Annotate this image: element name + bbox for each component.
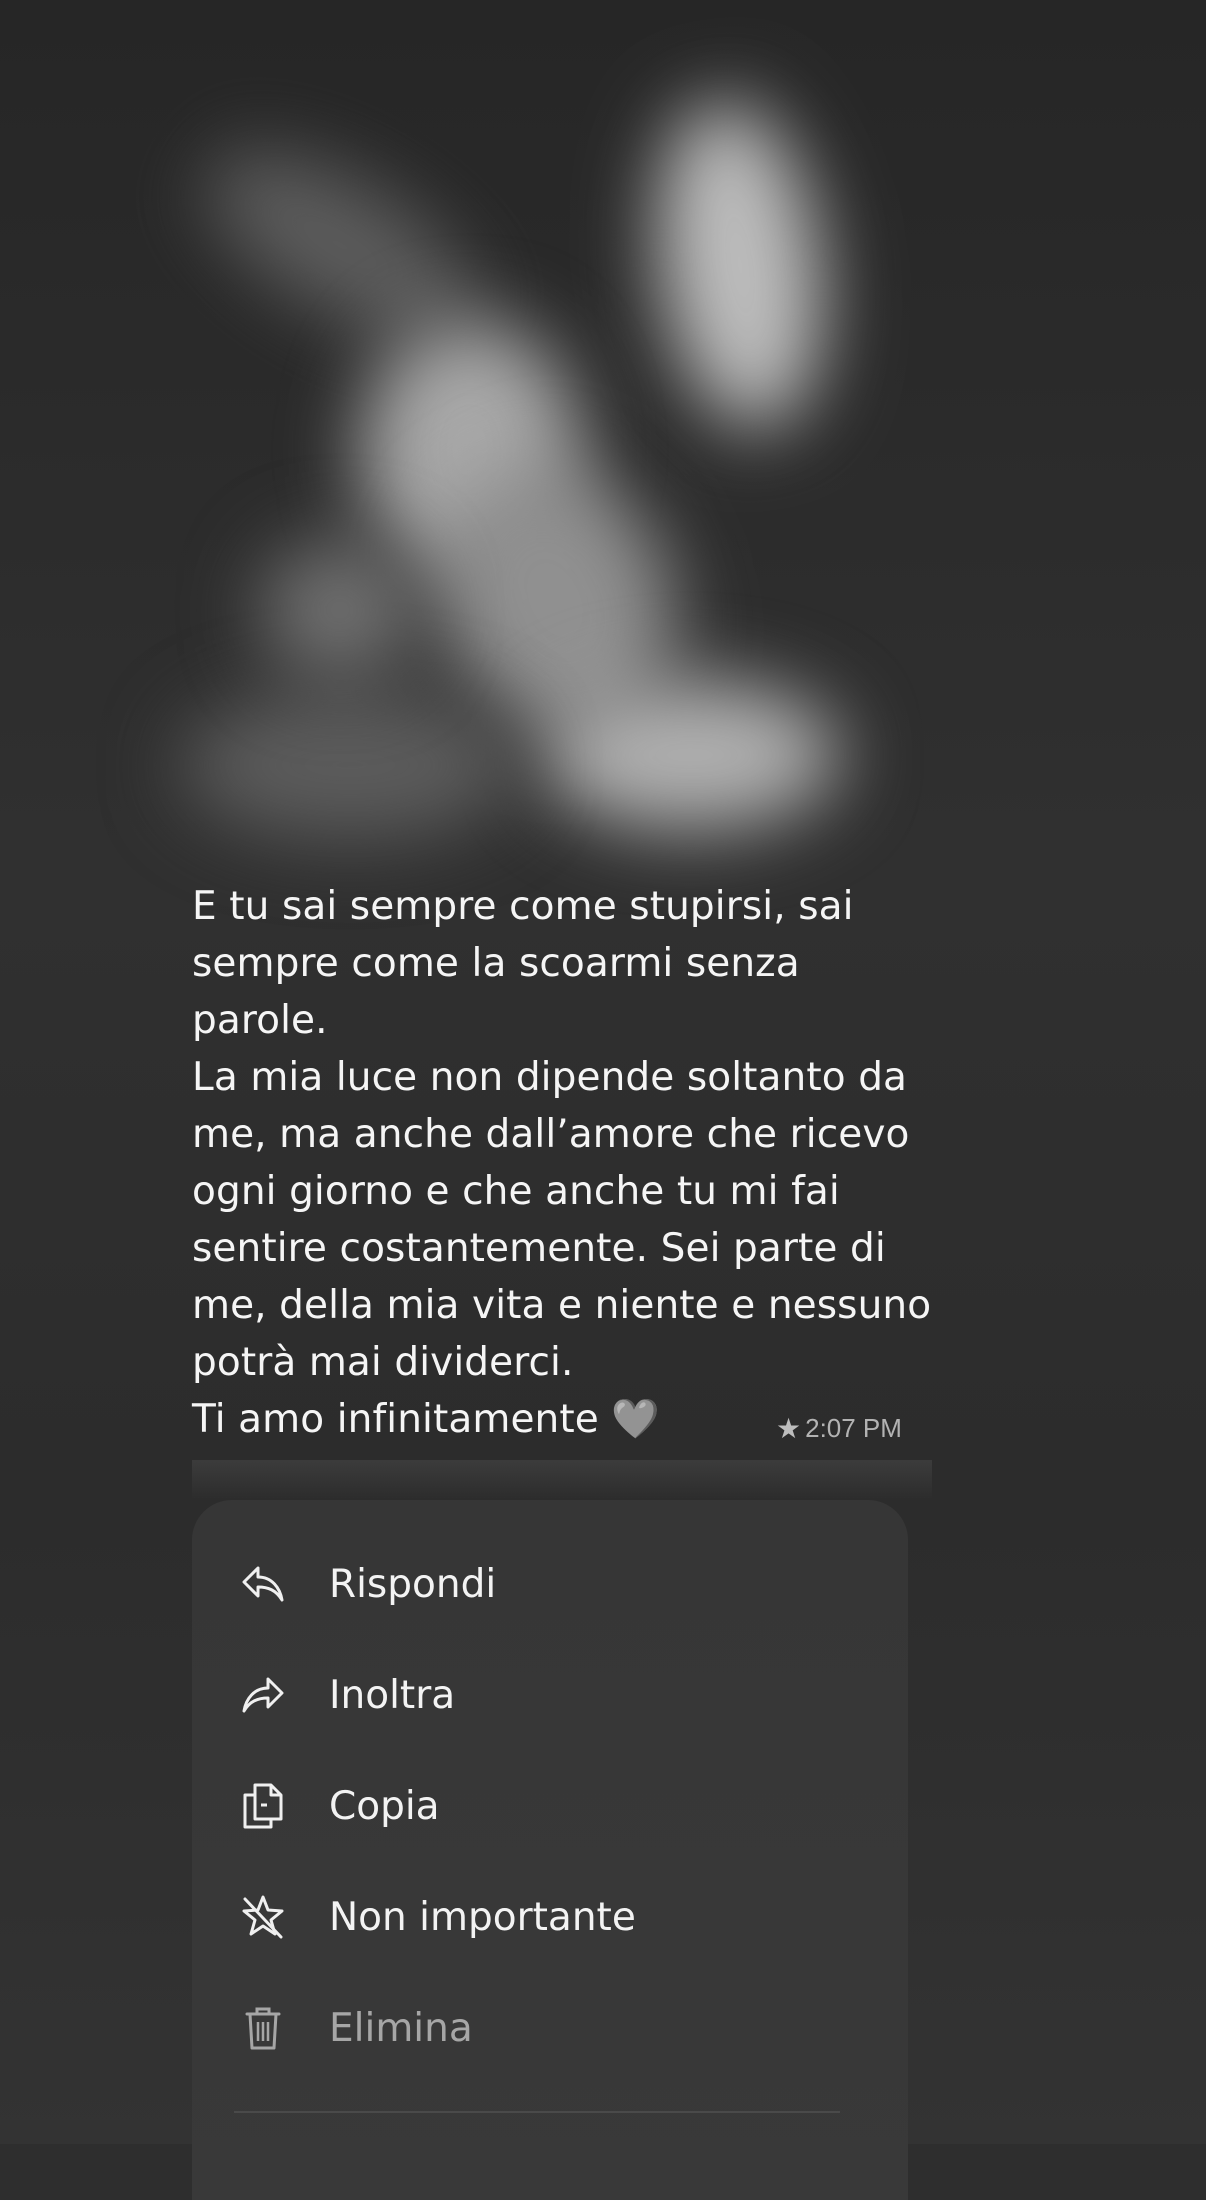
menu-divider: [234, 2111, 840, 2113]
message-meta: ★ 2:07 PM: [776, 1412, 902, 1445]
unstar-icon: [238, 1892, 288, 1942]
menu-item-label: Inoltra: [329, 1672, 456, 1718]
message-text: E tu sai sempre come stupirsi, sai sempr…: [192, 884, 932, 1442]
menu-item-copy[interactable]: Copia: [192, 1756, 908, 1856]
menu-item-delete[interactable]: Elimina: [192, 1978, 908, 2078]
forward-icon: [238, 1670, 288, 1720]
menu-item-unstar[interactable]: Non importante: [192, 1867, 908, 1967]
context-menu: Rispondi Inoltra Copia Non importante El…: [192, 1500, 908, 2200]
menu-item-label: Non importante: [329, 1894, 636, 1940]
menu-item-forward[interactable]: Inoltra: [192, 1645, 908, 1745]
trash-icon: [238, 2003, 288, 2053]
menu-item-reply[interactable]: Rispondi: [192, 1534, 908, 1634]
star-icon: ★: [776, 1413, 802, 1444]
menu-shadow: [192, 1460, 932, 1500]
message-time: 2:07 PM: [805, 1413, 902, 1443]
copy-icon: [238, 1781, 288, 1831]
menu-item-label: Elimina: [329, 2005, 473, 2051]
menu-item-label: Copia: [329, 1783, 440, 1829]
blurred-image-message: [160, 40, 880, 840]
reply-icon: [238, 1559, 288, 1609]
menu-item-label: Rispondi: [329, 1561, 497, 1607]
message-bubble[interactable]: E tu sai sempre come stupirsi, sai sempr…: [192, 878, 932, 1448]
